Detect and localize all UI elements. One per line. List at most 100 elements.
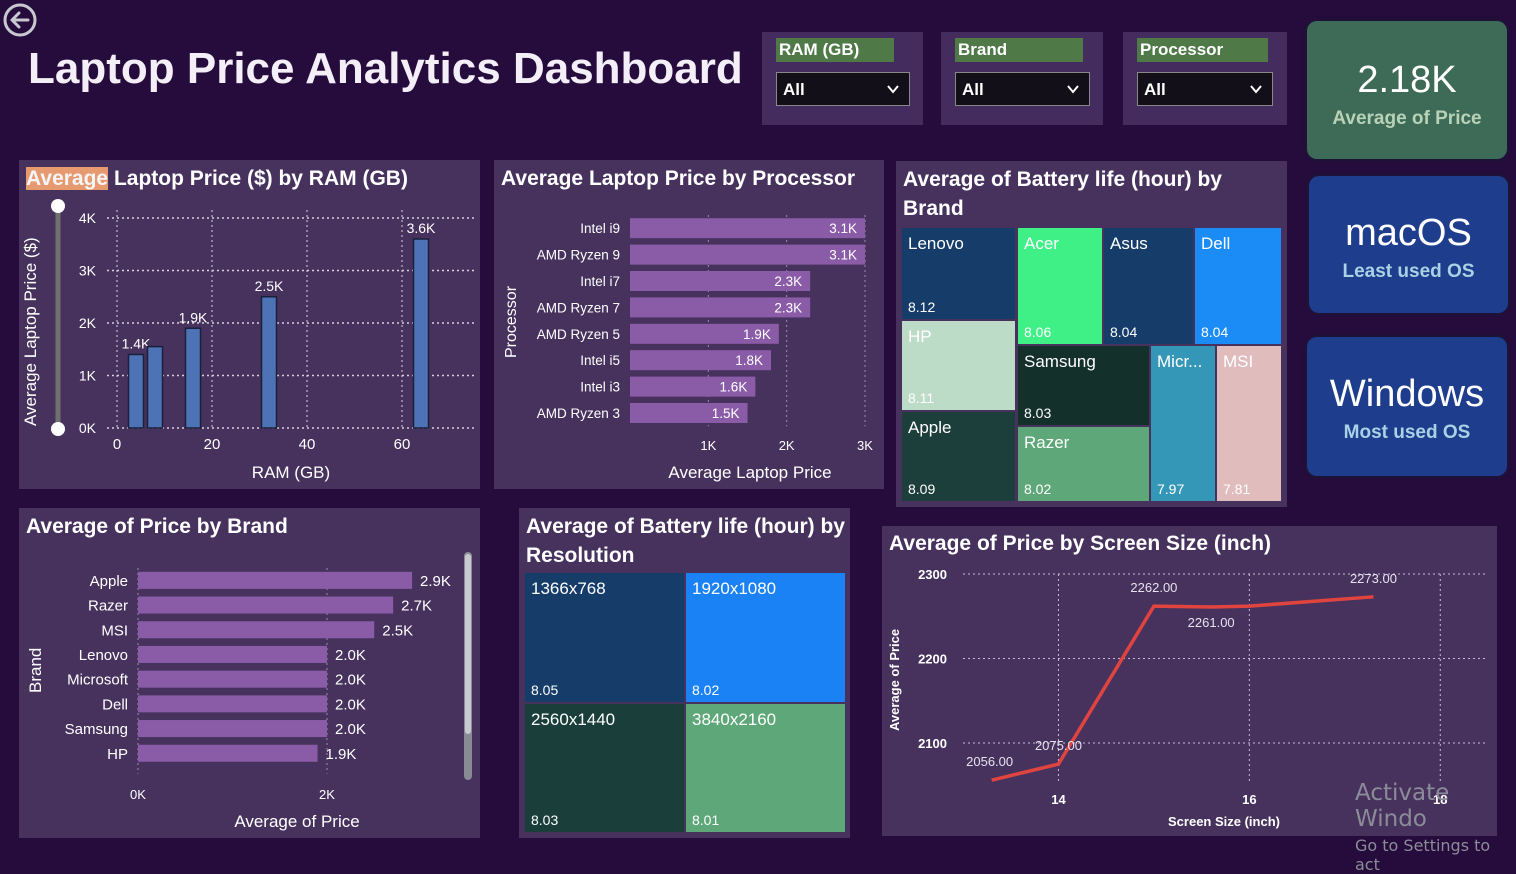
- ram-bar-data-label: 2.5K: [255, 278, 284, 294]
- brand-bar: [138, 596, 394, 614]
- ram-ytick-label: 4K: [79, 210, 97, 226]
- battery-brand-tile[interactable]: HP 8.11: [901, 320, 1016, 411]
- brand-bar: [138, 645, 327, 663]
- ram-bar: [146, 345, 164, 429]
- brand-bar-data-label: 2.5K: [382, 622, 413, 639]
- battery-brand-tile[interactable]: MSI 7.81: [1216, 345, 1282, 502]
- battery-brand-tile-label: Micr...: [1157, 352, 1203, 371]
- brand-chart-scrollbar-thumb[interactable]: [465, 554, 471, 734]
- processor-category-label: AMD Ryzen 5: [537, 327, 620, 342]
- processor-category-label: AMD Ryzen 9: [537, 248, 620, 263]
- kpi-least-used-os-value: macOS: [1345, 212, 1472, 254]
- slicer-brand: Brand All: [941, 32, 1103, 125]
- kpi-average-price-label: Average of Price: [1332, 108, 1482, 129]
- brand-chart-xlabel: Average of Price: [234, 812, 359, 831]
- battery-brand-tile[interactable]: Acer 8.06: [1017, 227, 1103, 345]
- battery-brand-panel: Average of Battery life (hour) by Brand …: [896, 161, 1287, 507]
- battery-brand-tile-value: 8.09: [908, 481, 936, 497]
- brand-category-label: Samsung: [65, 721, 128, 738]
- processor-bar-data-label: 3.1K: [829, 221, 857, 236]
- battery-resolution-tile[interactable]: 1366x768 8.05: [524, 572, 685, 703]
- ram-xtick-label: 40: [299, 436, 316, 453]
- chevron-down-icon: [1250, 85, 1262, 94]
- screen-ytick-label: 2100: [918, 736, 947, 751]
- slicer-processor-dropdown[interactable]: All: [1137, 72, 1273, 106]
- battery-brand-tile-label: Apple: [908, 418, 952, 437]
- brand-bar: [138, 571, 413, 589]
- ram-chart-panel: Average Laptop Price ($) by RAM (GB) Ave…: [19, 160, 480, 489]
- watermark-line-1: Activate Windo: [1355, 780, 1450, 832]
- brand-bar: [138, 695, 327, 713]
- processor-bar-data-label: 1.8K: [735, 353, 763, 368]
- battery-brand-tile-label: Asus: [1110, 234, 1148, 253]
- range-slider-handle-bottom[interactable]: [51, 422, 65, 436]
- processor-bar-data-label: 2.3K: [774, 300, 802, 315]
- battery-resolution-tile-label: 2560x1440: [531, 710, 616, 729]
- battery-brand-tile[interactable]: Dell 8.04: [1194, 227, 1282, 345]
- slicer-brand-value: All: [962, 80, 984, 99]
- brand-bar: [138, 720, 327, 738]
- screen-xtick-label: 16: [1242, 792, 1256, 807]
- kpi-average-price: 2.18K Average of Price: [1307, 21, 1507, 159]
- processor-bar-data-label: 3.1K: [829, 248, 857, 263]
- slicer-brand-label: Brand: [955, 38, 1083, 62]
- ram-xtick-label: 20: [204, 436, 221, 453]
- battery-brand-tile-value: 8.04: [1110, 324, 1138, 340]
- battery-resolution-tile[interactable]: 2560x1440 8.03: [524, 703, 685, 833]
- ram-chart: Average Laptop Price ($) RAM (GB) 0K 1K 2K…: [21, 199, 474, 482]
- battery-brand-tile-label: Razer: [1024, 433, 1070, 452]
- battery-brand-tile-label: Dell: [1201, 234, 1231, 253]
- battery-brand-tile[interactable]: Lenovo 8.12: [901, 227, 1016, 320]
- screen-ytick-label: 2200: [918, 652, 947, 667]
- ram-chart-xlabel: RAM (GB): [252, 463, 330, 482]
- battery-resolution-tile[interactable]: 1920x1080 8.02: [685, 572, 846, 703]
- kpi-most-used-os: Windows Most used OS: [1307, 337, 1507, 476]
- battery-brand-tile[interactable]: Micr... 7.97: [1150, 345, 1216, 502]
- screen-chart-ylabel: Average of Price: [887, 629, 902, 731]
- battery-brand-tile-value: 8.02: [1024, 481, 1052, 497]
- battery-brand-tile-value: 8.03: [1024, 405, 1052, 421]
- processor-category-label: Intel i9: [580, 221, 620, 236]
- brand-xtick-label: 2K: [319, 787, 335, 802]
- screen-data-label: 2262.00: [1130, 580, 1177, 595]
- slicer-ram: RAM (GB) All: [762, 32, 923, 125]
- battery-resolution-panel: Average of Battery life (hour) by Resolu…: [519, 508, 850, 838]
- back-arrow-icon[interactable]: [2, 2, 38, 38]
- battery-resolution-tile-value: 8.03: [531, 812, 559, 828]
- ram-bar-data-label: 1.9K: [179, 309, 208, 325]
- processor-category-label: AMD Ryzen 3: [537, 406, 620, 421]
- kpi-least-used-os-label: Least used OS: [1342, 261, 1475, 282]
- battery-brand-tile[interactable]: Apple 8.09: [901, 411, 1016, 502]
- brand-bar-data-label: 2.0K: [335, 696, 366, 713]
- ram-xtick-label: 60: [394, 436, 411, 453]
- processor-xtick-label: 2K: [779, 438, 795, 453]
- screen-data-label: 2056.00: [966, 754, 1013, 769]
- ram-xtick-label: 0: [113, 436, 121, 453]
- brand-bar: [138, 670, 327, 688]
- slicer-processor-value: All: [1144, 80, 1166, 99]
- processor-category-label: Intel i3: [580, 380, 620, 395]
- battery-brand-tile[interactable]: Samsung 8.03: [1017, 345, 1150, 426]
- range-slider-handle-top[interactable]: [51, 199, 65, 213]
- chevron-down-icon: [1067, 85, 1079, 94]
- processor-bar-data-label: 1.9K: [743, 327, 771, 342]
- battery-brand-tile[interactable]: Razer 8.02: [1017, 426, 1150, 502]
- processor-category-label: Intel i7: [580, 274, 620, 289]
- battery-resolution-tile[interactable]: 3840x2160 8.01: [685, 703, 846, 833]
- battery-resolution-tile-label: 1920x1080: [692, 579, 777, 598]
- battery-resolution-treemap: 1366x768 8.05 1920x1080 8.02 2560x1440 8.03 38…: [519, 508, 850, 838]
- dashboard-title: Laptop Price Analytics Dashboard: [28, 44, 743, 93]
- slicer-ram-dropdown[interactable]: All: [776, 72, 910, 106]
- slicer-ram-label: RAM (GB): [776, 38, 894, 62]
- brand-bar: [138, 621, 375, 639]
- battery-resolution-tile-label: 1366x768: [531, 579, 606, 598]
- brand-xtick-label: 0K: [130, 787, 146, 802]
- slicer-brand-dropdown[interactable]: All: [955, 72, 1090, 106]
- ram-bar-data-label: 1.4K: [122, 336, 151, 352]
- battery-brand-tile-value: 8.12: [908, 299, 936, 315]
- chevron-down-icon: [887, 85, 899, 94]
- processor-chart-ylabel: Processor: [503, 285, 520, 358]
- battery-brand-tile[interactable]: Asus 8.04: [1103, 227, 1194, 345]
- brand-category-label: Apple: [90, 573, 128, 590]
- brand-bar-data-label: 2.0K: [335, 721, 366, 738]
